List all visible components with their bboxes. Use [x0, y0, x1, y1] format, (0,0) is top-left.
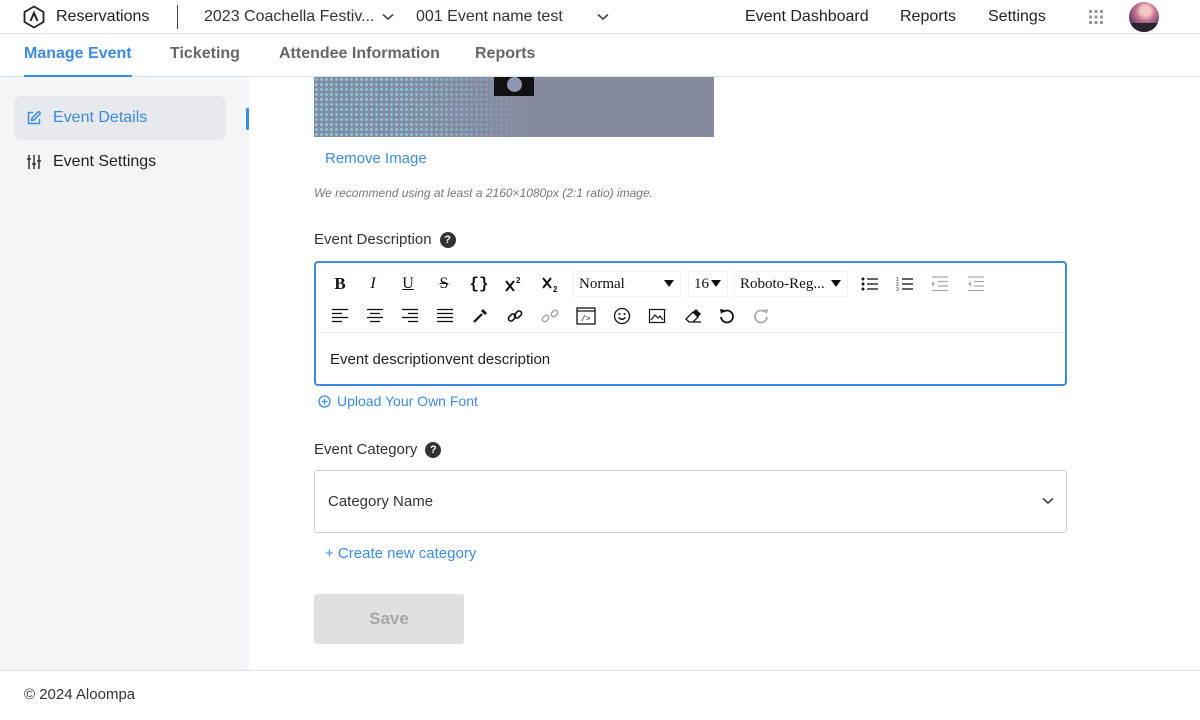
sidebar-item-label: Event Details — [53, 109, 148, 126]
font-family-select[interactable]: Roboto-Reg... — [734, 271, 848, 297]
subscript-icon[interactable]: 2 — [538, 273, 564, 295]
category-select-placeholder: Category Name — [328, 493, 434, 510]
emoji-icon[interactable] — [609, 305, 635, 327]
help-icon[interactable]: ? — [439, 231, 456, 248]
color-picker-icon[interactable] — [467, 305, 493, 327]
plus-circle-icon — [318, 394, 331, 408]
remove-image-button[interactable]: Remove Image — [325, 150, 427, 167]
bold-icon[interactable]: B — [327, 273, 353, 295]
chevron-down-icon — [382, 13, 395, 21]
header-divider — [177, 5, 178, 29]
event-select[interactable]: 2023 Coachella Festiv... — [204, 0, 395, 34]
svg-text:2: 2 — [516, 276, 521, 285]
category-select[interactable]: Category Name — [314, 470, 1067, 533]
undo-icon[interactable] — [714, 305, 740, 327]
tab-attendee-information[interactable]: Attendee Information — [279, 34, 440, 77]
italic-icon[interactable]: I — [360, 273, 386, 295]
editor-toolbar: B I U S {} 2 2 Normal 16 Roboto-Reg... 1… — [316, 263, 1065, 333]
align-right-icon[interactable] — [397, 305, 423, 327]
outdent-icon[interactable] — [963, 273, 989, 295]
strikethrough-icon[interactable]: S — [431, 273, 457, 295]
sidebar-item-label: Event Settings — [53, 153, 157, 170]
redo-icon[interactable] — [748, 305, 774, 327]
nav-settings[interactable]: Settings — [988, 0, 1046, 34]
sub-event-select-value: 001 Event name test — [416, 8, 563, 25]
help-icon[interactable]: ? — [425, 441, 442, 458]
embed-icon[interactable]: /> — [573, 305, 599, 327]
save-button[interactable]: Save — [314, 594, 464, 644]
tab-ticketing[interactable]: Ticketing — [170, 34, 240, 77]
superscript-icon[interactable]: 2 — [501, 273, 527, 295]
apps-grid-icon[interactable] — [1089, 10, 1103, 24]
image-icon[interactable] — [644, 305, 670, 327]
app-brand[interactable]: Reservations — [22, 5, 149, 29]
tab-bar: Manage Event Ticketing Attendee Informat… — [0, 34, 1200, 77]
description-editor: B I U S {} 2 2 Normal 16 Roboto-Reg... 1… — [314, 261, 1067, 386]
link-icon[interactable] — [502, 305, 528, 327]
footer: © 2024 Aloompa — [0, 670, 1200, 720]
font-size-select[interactable]: 16 — [688, 271, 728, 297]
camera-icon[interactable] — [494, 77, 534, 96]
sub-event-select[interactable]: 001 Event name test — [416, 0, 609, 34]
sliders-icon — [27, 155, 41, 169]
ordered-list-icon[interactable]: 123 — [892, 273, 918, 295]
svg-text:3: 3 — [896, 287, 899, 292]
nav-event-dashboard[interactable]: Event Dashboard — [745, 0, 869, 34]
description-editor-content[interactable]: Event descriptionvent description — [330, 351, 550, 368]
eraser-icon[interactable] — [680, 305, 706, 327]
logo-icon — [23, 5, 45, 29]
active-section-indicator — [246, 108, 249, 130]
svg-text:/>: /> — [581, 315, 591, 324]
sidebar-item-event-details[interactable]: Event Details — [14, 96, 226, 140]
tab-reports[interactable]: Reports — [475, 34, 535, 77]
nav-reports[interactable]: Reports — [900, 0, 956, 34]
event-image-preview — [314, 77, 714, 137]
svg-text:2: 2 — [553, 285, 558, 293]
top-bar: Reservations 2023 Coachella Festiv... 00… — [0, 0, 1200, 34]
underline-icon[interactable]: U — [395, 273, 421, 295]
align-justify-icon[interactable] — [432, 305, 458, 327]
unlink-icon[interactable] — [537, 305, 563, 327]
code-icon[interactable]: {} — [466, 273, 492, 295]
event-description-label: Event Description ? — [314, 231, 456, 248]
align-left-icon[interactable] — [327, 305, 353, 327]
copyright-text: © 2024 Aloompa — [24, 686, 136, 703]
upload-font-button[interactable]: Upload Your Own Font — [318, 393, 478, 409]
unordered-list-icon[interactable] — [857, 273, 883, 295]
tab-manage-event[interactable]: Manage Event — [24, 34, 132, 77]
indent-icon[interactable] — [927, 273, 953, 295]
create-category-button[interactable]: + Create new category — [325, 545, 476, 562]
event-category-label: Event Category ? — [314, 441, 442, 458]
sidebar: Event Details Event Settings — [0, 77, 249, 670]
avatar[interactable] — [1129, 2, 1159, 32]
event-select-value: 2023 Coachella Festiv... — [204, 8, 375, 25]
image-size-hint: We recommend using at least a 2160×1080p… — [314, 186, 653, 200]
chevron-down-icon — [1042, 497, 1054, 505]
block-format-select[interactable]: Normal — [573, 271, 681, 297]
align-center-icon[interactable] — [362, 305, 388, 327]
chevron-down-icon — [597, 13, 609, 21]
edit-icon — [27, 110, 42, 125]
app-name: Reservations — [56, 8, 150, 25]
sidebar-item-event-settings[interactable]: Event Settings — [14, 140, 226, 184]
